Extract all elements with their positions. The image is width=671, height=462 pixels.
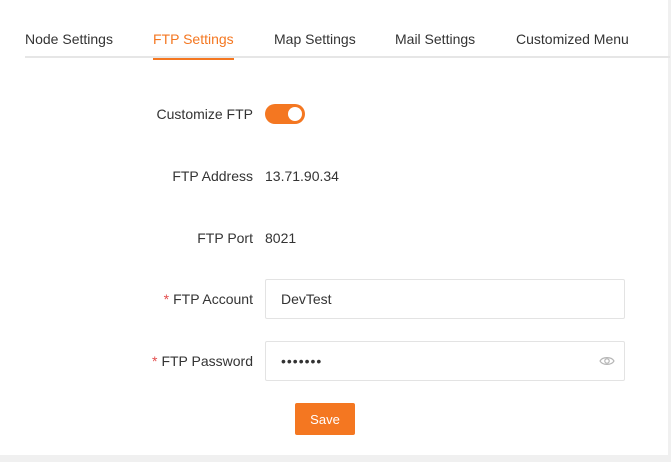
customize-ftp-toggle[interactable] — [265, 104, 305, 124]
required-mark: * — [152, 353, 158, 369]
save-button[interactable]: Save — [295, 403, 355, 435]
ftp-port-label: FTP Port — [197, 230, 253, 246]
customize-ftp-label: Customize FTP — [156, 106, 253, 122]
toggle-knob — [288, 107, 302, 121]
ftp-port-value: 8021 — [265, 230, 297, 246]
tab-map-settings[interactable]: Map Settings — [274, 0, 356, 58]
tab-node-settings[interactable]: Node Settings — [25, 0, 113, 58]
ftp-account-label: * FTP Account — [164, 291, 253, 307]
tab-mail-settings[interactable]: Mail Settings — [395, 0, 475, 58]
settings-tabs: Node Settings FTP Settings Map Settings … — [25, 0, 670, 60]
required-mark: * — [163, 291, 170, 307]
ftp-address-label: FTP Address — [172, 168, 253, 184]
ftp-account-label-text: FTP Account — [173, 291, 253, 307]
settings-panel: Node Settings FTP Settings Map Settings … — [0, 0, 670, 455]
ftp-account-field-wrapper — [265, 279, 625, 319]
ftp-password-label: * FTP Password — [152, 353, 253, 369]
ftp-address-value: 13.71.90.34 — [265, 168, 339, 184]
ftp-password-field-wrapper — [265, 341, 625, 381]
ftp-account-input[interactable] — [266, 280, 624, 318]
eye-icon[interactable] — [599, 355, 615, 367]
ftp-password-label-text: FTP Password — [161, 353, 253, 369]
tab-customized-menu[interactable]: Customized Menu — [516, 0, 629, 58]
tab-ftp-settings[interactable]: FTP Settings — [153, 0, 234, 60]
ftp-password-input[interactable] — [266, 342, 624, 380]
